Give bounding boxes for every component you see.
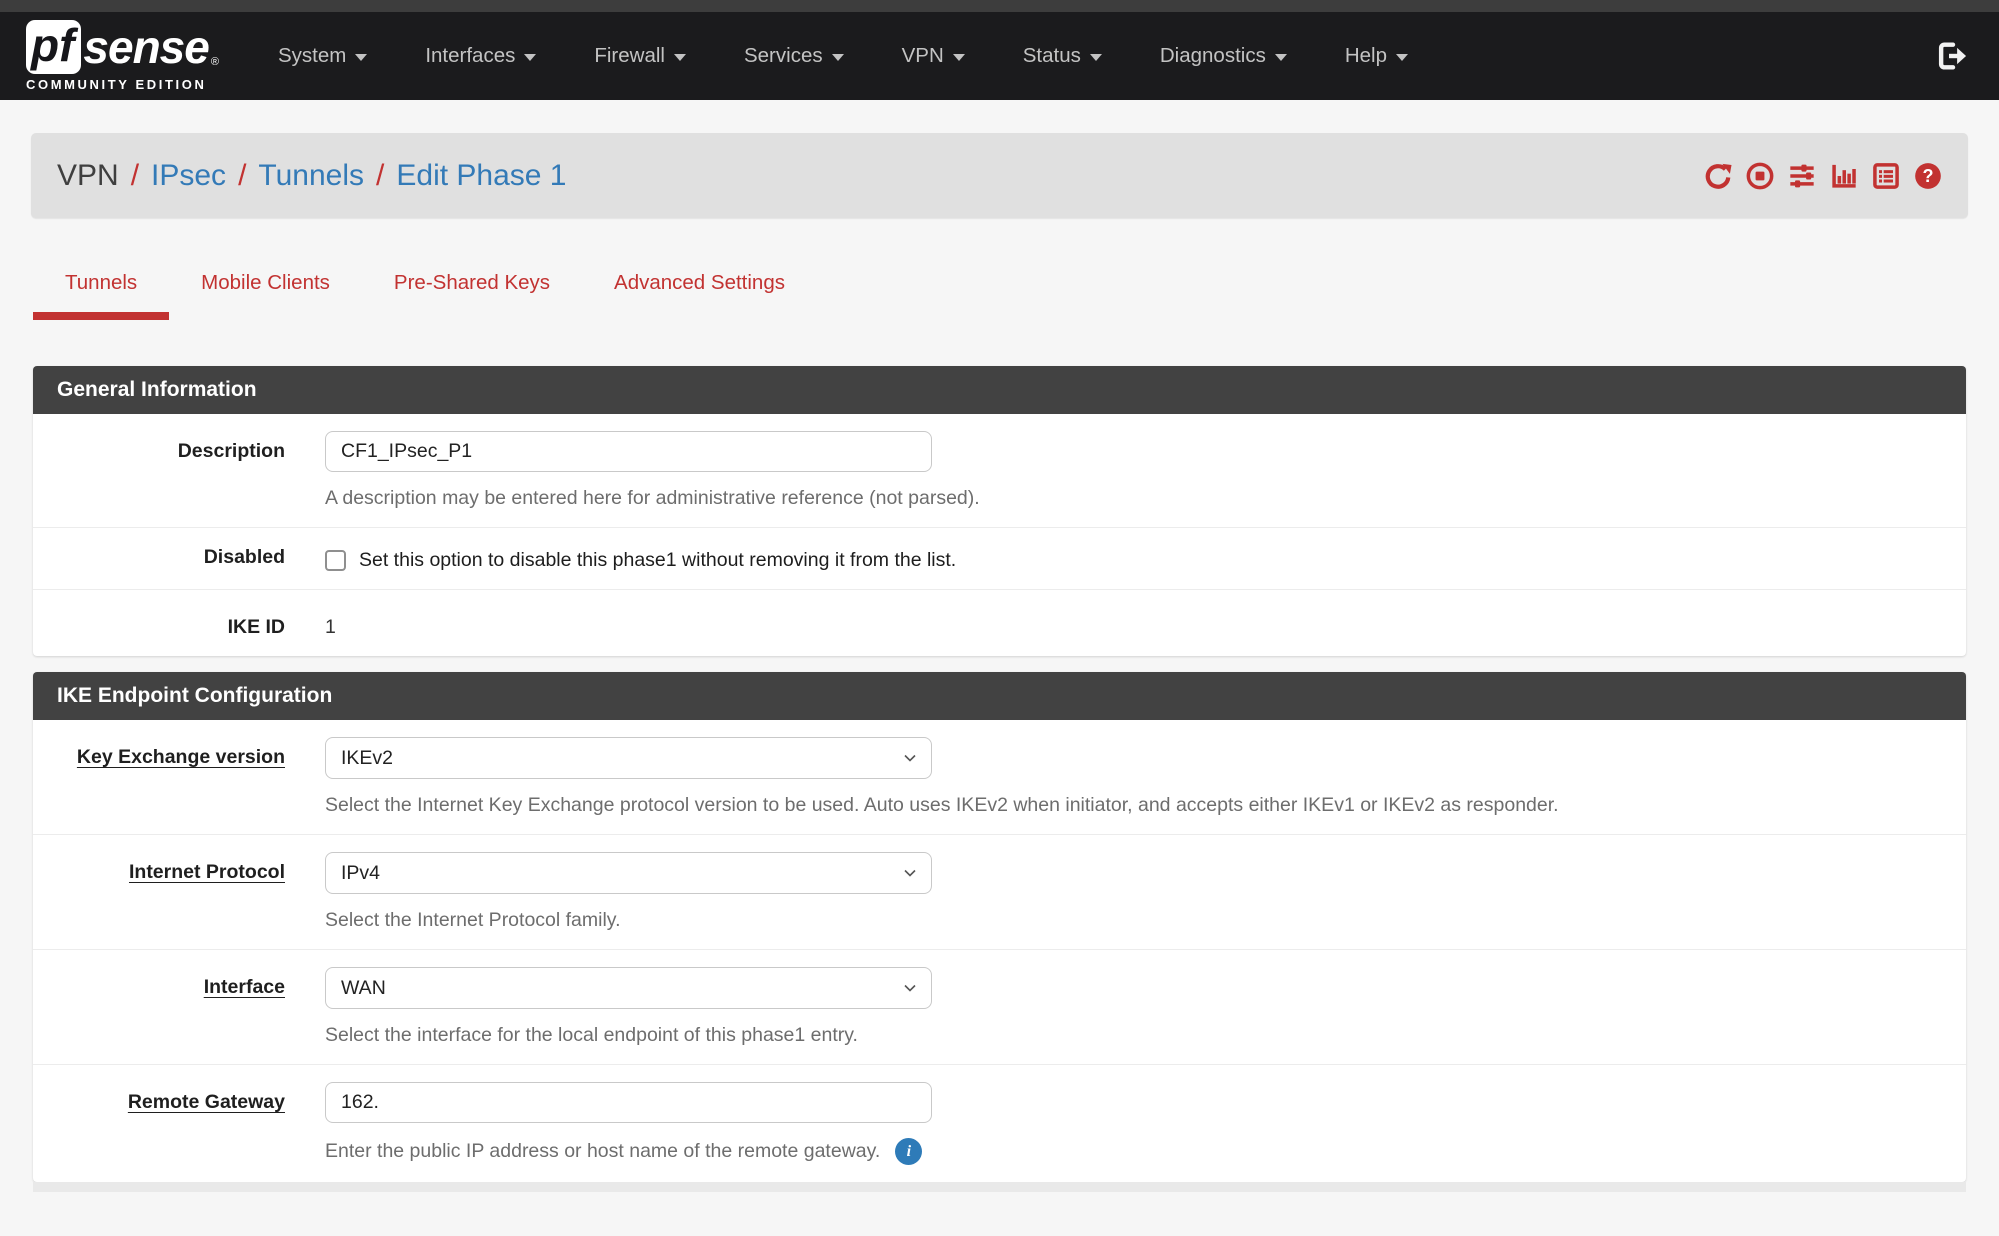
key-exchange-version-help-text: Select the Internet Key Exchange protoco…	[325, 794, 1942, 817]
interface-label: Interface	[33, 967, 285, 999]
description-help-text: A description may be entered here for ad…	[325, 487, 1942, 510]
nav-item-interfaces[interactable]: Interfaces	[396, 44, 565, 68]
bar-chart-icon[interactable]	[1830, 162, 1858, 190]
stop-circle-icon[interactable]	[1746, 162, 1774, 190]
breadcrumb-separator: /	[376, 159, 384, 193]
remote-gateway-row: Remote Gateway Enter the public IP addre…	[33, 1065, 1966, 1182]
disabled-checkbox[interactable]	[325, 550, 346, 571]
tab-mobile-clients[interactable]: Mobile Clients	[169, 271, 362, 320]
panel-title-ike-endpoint-configuration: IKE Endpoint Configuration	[33, 672, 1966, 720]
caret-down-icon	[953, 54, 965, 61]
caret-down-icon	[1275, 54, 1287, 61]
key-exchange-version-select[interactable]: IKEv2	[325, 737, 932, 779]
caret-down-icon	[355, 54, 367, 61]
nav-item-services[interactable]: Services	[715, 44, 873, 68]
nav-item-system[interactable]: System	[249, 44, 396, 68]
page-action-icons: ?	[1704, 162, 1942, 190]
log-list-icon[interactable]	[1872, 162, 1900, 190]
tab-tunnels[interactable]: Tunnels	[33, 271, 169, 320]
interface-select[interactable]: WAN	[325, 967, 932, 1009]
nav-item-diagnostics[interactable]: Diagnostics	[1131, 44, 1316, 68]
main-navbar: pf sense ® COMMUNITY EDITION System Inte…	[0, 12, 1999, 100]
interface-row: Interface WAN Select the interface for t…	[33, 950, 1966, 1065]
help-circle-icon[interactable]: ?	[1914, 162, 1942, 190]
nav-menu: System Interfaces Firewall Services VPN …	[249, 44, 1437, 68]
disabled-row: Disabled Set this option to disable this…	[33, 528, 1966, 590]
breadcrumb-link-ipsec[interactable]: IPsec	[151, 159, 226, 193]
next-row-divider	[33, 1182, 1966, 1192]
caret-down-icon	[674, 54, 686, 61]
redo-icon[interactable]	[1704, 162, 1732, 190]
logo-registered-mark: ®	[211, 56, 219, 68]
remote-gateway-help: Enter the public IP address or host name…	[325, 1138, 1942, 1165]
tab-bar: Tunnels Mobile Clients Pre-Shared Keys A…	[33, 218, 1966, 320]
ike-id-label: IKE ID	[33, 607, 285, 639]
internet-protocol-help-text: Select the Internet Protocol family.	[325, 909, 1942, 932]
breadcrumb-root: VPN	[57, 159, 119, 193]
ike-id-row: IKE ID 1	[33, 590, 1966, 656]
logo-tagline: COMMUNITY EDITION	[26, 77, 219, 92]
description-input[interactable]	[325, 431, 932, 472]
disabled-label: Disabled	[33, 545, 285, 569]
nav-item-vpn[interactable]: VPN	[873, 44, 994, 68]
logo-pf-mark: pf	[26, 20, 81, 74]
internet-protocol-label: Internet Protocol	[33, 852, 285, 884]
nav-item-status[interactable]: Status	[994, 44, 1131, 68]
svg-text:?: ?	[1922, 166, 1933, 186]
interface-help-text: Select the interface for the local endpo…	[325, 1024, 1942, 1047]
logo-sense-text: sense	[83, 20, 208, 74]
key-exchange-version-label: Key Exchange version	[33, 737, 285, 769]
internet-protocol-select[interactable]: IPv4	[325, 852, 932, 894]
internet-protocol-row: Internet Protocol IPv4 Select the Intern…	[33, 835, 1966, 950]
tab-pre-shared-keys[interactable]: Pre-Shared Keys	[362, 271, 582, 320]
breadcrumb: VPN / IPsec / Tunnels / Edit Phase 1	[57, 159, 567, 193]
description-row: Description A description may be entered…	[33, 414, 1966, 528]
key-exchange-version-row: Key Exchange version IKEv2 Select the In…	[33, 720, 1966, 835]
pfsense-logo[interactable]: pf sense ® COMMUNITY EDITION	[26, 20, 219, 92]
breadcrumb-bar: VPN / IPsec / Tunnels / Edit Phase 1	[31, 133, 1968, 218]
breadcrumb-separator: /	[131, 159, 139, 193]
remote-gateway-label: Remote Gateway	[33, 1082, 285, 1114]
caret-down-icon	[832, 54, 844, 61]
description-label: Description	[33, 431, 285, 463]
caret-down-icon	[1090, 54, 1102, 61]
remote-gateway-input[interactable]	[325, 1082, 932, 1123]
disabled-checkbox-text: Set this option to disable this phase1 w…	[359, 549, 956, 572]
ike-endpoint-configuration-panel: IKE Endpoint Configuration Key Exchange …	[33, 672, 1966, 1182]
nav-item-help[interactable]: Help	[1316, 44, 1437, 68]
panel-title-general-information: General Information	[33, 366, 1966, 414]
info-icon[interactable]: i	[895, 1138, 922, 1165]
caret-down-icon	[524, 54, 536, 61]
breadcrumb-link-tunnels[interactable]: Tunnels	[258, 159, 364, 193]
sign-out-icon[interactable]	[1935, 40, 1973, 72]
window-top-strip	[0, 0, 1999, 12]
caret-down-icon	[1396, 54, 1408, 61]
general-information-panel: General Information Description A descri…	[33, 366, 1966, 656]
nav-item-firewall[interactable]: Firewall	[565, 44, 715, 68]
ike-id-value: 1	[325, 607, 1942, 639]
breadcrumb-link-edit-phase1[interactable]: Edit Phase 1	[396, 159, 566, 193]
breadcrumb-separator: /	[238, 159, 246, 193]
tab-advanced-settings[interactable]: Advanced Settings	[582, 271, 817, 320]
remote-gateway-help-text: Enter the public IP address or host name…	[325, 1140, 880, 1163]
sliders-icon[interactable]	[1788, 162, 1816, 190]
